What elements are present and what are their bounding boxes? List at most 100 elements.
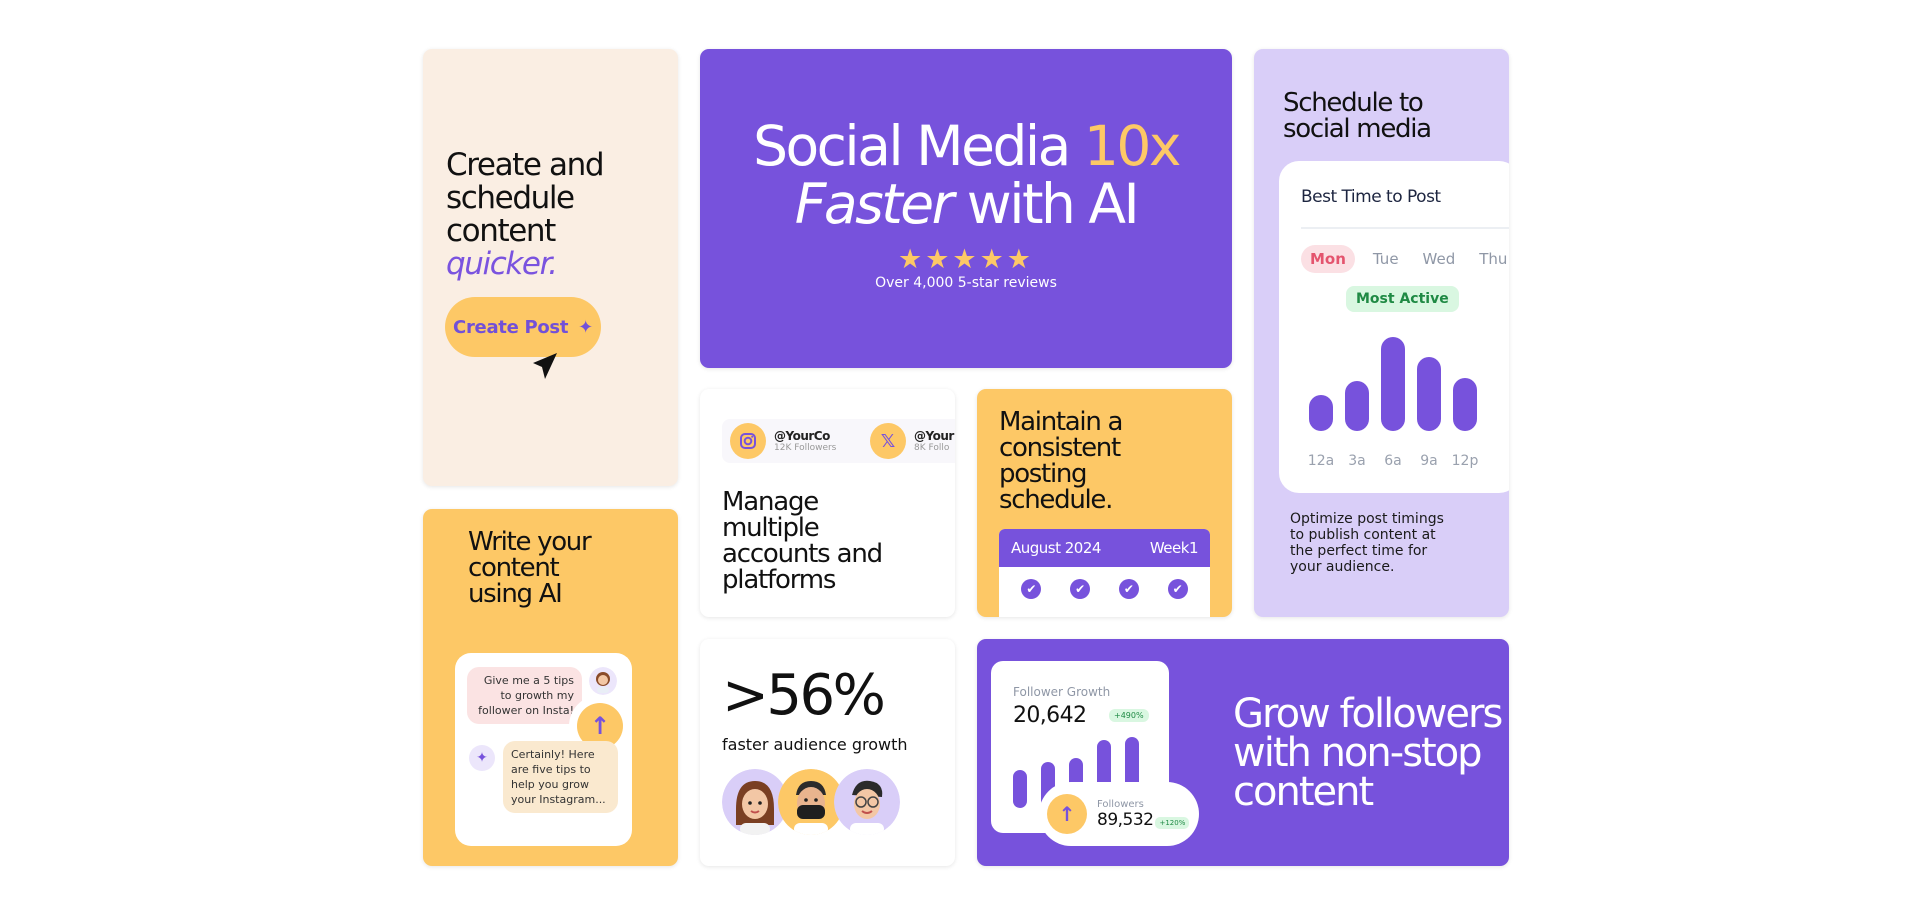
check-icon: ✔ bbox=[1167, 579, 1188, 599]
account-chip[interactable]: @YourCo 12K Followers bbox=[730, 423, 836, 459]
heading-line: schedule bbox=[446, 180, 575, 216]
time-label: 9a bbox=[1420, 453, 1438, 469]
maintain-heading: Maintain a consistent posting schedule. bbox=[999, 409, 1219, 513]
desc-line: Optimize post timings bbox=[1290, 511, 1444, 527]
follower-growth-label: Follower Growth bbox=[1013, 685, 1111, 699]
create-schedule-card: Create and schedule content quicker. Cre… bbox=[423, 49, 678, 486]
star-rating-icon: ★★★★★ bbox=[897, 244, 1035, 275]
best-time-panel: Best Time to Post Mon Tue Wed Thu Most A… bbox=[1279, 161, 1509, 493]
hero-line1: Social Media bbox=[753, 114, 1084, 178]
reply-line: help you grow bbox=[511, 778, 589, 791]
hero-accent: 10x bbox=[1083, 114, 1182, 178]
desc-line: your audience. bbox=[1290, 559, 1395, 575]
calendar-widget: August 2024 Week1 ✔ ✔ ✔ ✔ bbox=[999, 529, 1210, 617]
write-with-ai-card: Write your content using AI Give me a 5 … bbox=[423, 509, 678, 866]
account-handle: @YourCo bbox=[774, 429, 830, 443]
user-avatar bbox=[589, 667, 617, 695]
accounts-strip: @YourCo 12K Followers 𝕏 @Your 8K Follo bbox=[722, 419, 955, 463]
followers-label: Followers bbox=[1097, 798, 1144, 810]
followers-pill: ↑ Followers 89,532 +120% bbox=[1039, 782, 1199, 846]
reviews-text: Over 4,000 5-star reviews bbox=[875, 275, 1057, 291]
best-time-title: Best Time to Post bbox=[1301, 187, 1441, 207]
account-followers: 12K Followers bbox=[774, 443, 837, 453]
heading-line: using AI bbox=[468, 579, 563, 609]
heading-line: with non-stop bbox=[1233, 730, 1483, 776]
user-prompt-bubble: Give me a 5 tips to growth my follower o… bbox=[467, 667, 582, 724]
activity-bar bbox=[1417, 357, 1441, 431]
create-post-label: Create Post bbox=[453, 316, 569, 338]
arrow-up-icon: ↑ bbox=[1047, 794, 1087, 834]
day-tab-thu[interactable]: Thu bbox=[1473, 246, 1509, 272]
time-label: 12p bbox=[1451, 453, 1479, 469]
activity-bar bbox=[1381, 337, 1405, 431]
account-handle: @Your bbox=[914, 429, 954, 443]
heading-line: platforms bbox=[722, 565, 836, 595]
cursor-arrow-icon bbox=[533, 353, 557, 379]
followers-badge: +120% bbox=[1155, 816, 1190, 829]
prompt-line: to growth my bbox=[500, 689, 574, 702]
avatar bbox=[834, 769, 900, 835]
day-tab-wed[interactable]: Wed bbox=[1417, 246, 1462, 272]
heading-line: posting bbox=[999, 459, 1088, 489]
hero-headline: Social Media 10x Faster with AI bbox=[700, 117, 1232, 233]
heading-line: Maintain a bbox=[999, 407, 1123, 437]
desc-line: to publish content at bbox=[1290, 527, 1436, 543]
manage-accounts-card: @YourCo 12K Followers 𝕏 @Your 8K Follo M… bbox=[700, 389, 955, 617]
calendar-month: August 2024 bbox=[1011, 539, 1101, 557]
growth-badge: +490% bbox=[1109, 709, 1149, 722]
heading-line: social media bbox=[1283, 114, 1432, 144]
activity-bars bbox=[1301, 321, 1509, 431]
calendar-week: Week1 bbox=[1149, 539, 1199, 557]
heading-line: content bbox=[468, 553, 560, 583]
growth-stat-card: >56% faster audience growth bbox=[700, 639, 955, 866]
reply-line: your Instagram... bbox=[511, 793, 606, 806]
create-card-heading: Create and schedule content quicker. bbox=[446, 149, 676, 281]
time-label: 6a bbox=[1384, 453, 1402, 469]
heading-line: consistent bbox=[999, 433, 1121, 463]
follower-growth-value: 20,642 bbox=[1013, 703, 1087, 728]
schedule-heading: Schedule to social media bbox=[1283, 90, 1493, 142]
manage-heading: Manage multiple accounts and platforms bbox=[722, 489, 932, 593]
maintain-schedule-card: Maintain a consistent posting schedule. … bbox=[977, 389, 1232, 617]
followers-value: 89,532 bbox=[1097, 809, 1154, 830]
schedule-card: Schedule to social media Best Time to Po… bbox=[1254, 49, 1509, 617]
day-tab-mon[interactable]: Mon bbox=[1301, 245, 1355, 273]
heading-line: Write your bbox=[468, 527, 592, 557]
hero-card: Social Media 10x Faster with AI ★★★★★ Ov… bbox=[700, 49, 1232, 368]
create-post-button[interactable]: Create Post ✦ bbox=[445, 297, 601, 357]
account-followers: 8K Follo bbox=[914, 443, 950, 453]
desc-line: the perfect time for bbox=[1290, 543, 1428, 559]
ai-reply-bubble: Certainly! Here are five tips to help yo… bbox=[503, 741, 618, 813]
sparkle-icon: ✦ bbox=[578, 316, 593, 338]
check-icon: ✔ bbox=[1070, 579, 1091, 599]
grow-followers-card: Follower Growth 20,642 +490% ↑ Followers… bbox=[977, 639, 1509, 866]
activity-bar bbox=[1309, 395, 1333, 431]
heading-line: content bbox=[446, 213, 556, 249]
heading-accent: quicker. bbox=[446, 246, 558, 282]
activity-bar bbox=[1345, 381, 1369, 431]
heading-line: content bbox=[1233, 769, 1374, 815]
check-icon: ✔ bbox=[1118, 579, 1139, 599]
growth-stat-value: >56% bbox=[722, 663, 886, 728]
hero-line2: with AI bbox=[951, 172, 1140, 236]
account-chip[interactable]: 𝕏 @Your 8K Follo bbox=[870, 423, 954, 459]
write-heading: Write your content using AI bbox=[468, 529, 668, 607]
reply-line: Certainly! Here bbox=[511, 748, 595, 761]
growth-stat-label: faster audience growth bbox=[722, 735, 908, 754]
check-icon: ✔ bbox=[1021, 579, 1042, 599]
day-tab-tue[interactable]: Tue bbox=[1367, 246, 1405, 272]
heading-line: Manage bbox=[722, 487, 819, 517]
schedule-description: Optimize post timings to publish content… bbox=[1290, 511, 1460, 575]
calendar-checks: ✔ ✔ ✔ ✔ bbox=[999, 567, 1210, 599]
calendar-header: August 2024 Week1 bbox=[999, 529, 1210, 567]
time-label: 12a bbox=[1307, 453, 1335, 469]
prompt-line: follower on Insta! bbox=[478, 704, 574, 717]
growth-bar bbox=[1013, 770, 1027, 808]
grow-heading: Grow followers with non-stop content bbox=[1233, 691, 1503, 815]
most-active-badge: Most Active bbox=[1346, 286, 1459, 312]
hero-italic: Faster bbox=[794, 172, 955, 236]
avatar-group bbox=[722, 769, 902, 839]
x-logo-icon: 𝕏 bbox=[870, 423, 906, 459]
heading-line: Grow followers bbox=[1233, 691, 1503, 737]
instagram-icon bbox=[730, 423, 766, 459]
